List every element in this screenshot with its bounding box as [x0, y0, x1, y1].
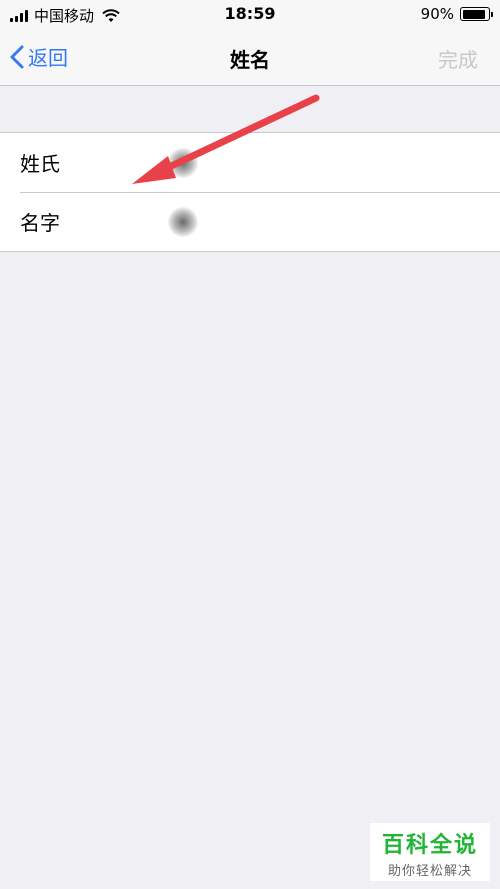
navigation-bar: 返回 姓名 完成 — [0, 30, 500, 86]
battery-percent: 90% — [420, 5, 454, 23]
battery-icon — [460, 7, 493, 21]
watermark-subtitle: 助你轻松解决 — [387, 864, 472, 879]
last-name-row[interactable]: 姓氏 — [0, 133, 500, 192]
page-title: 姓名 — [230, 48, 270, 72]
first-name-label: 名字 — [20, 211, 60, 235]
status-bar: 中国移动 18:59 90% — [0, 0, 500, 30]
watermark: 百科全说 助你轻松解决 — [370, 823, 490, 881]
first-name-value-redacted[interactable] — [168, 206, 198, 237]
status-right: 90% — [420, 5, 493, 23]
done-button[interactable]: 完成 — [438, 44, 478, 73]
battery-fill — [462, 9, 485, 19]
last-name-label: 姓氏 — [20, 152, 60, 176]
name-fields-group: 姓氏 名字 — [0, 132, 500, 252]
last-name-value-redacted[interactable] — [168, 147, 198, 178]
first-name-row[interactable]: 名字 — [0, 192, 500, 251]
watermark-title: 百科全说 — [381, 833, 478, 858]
